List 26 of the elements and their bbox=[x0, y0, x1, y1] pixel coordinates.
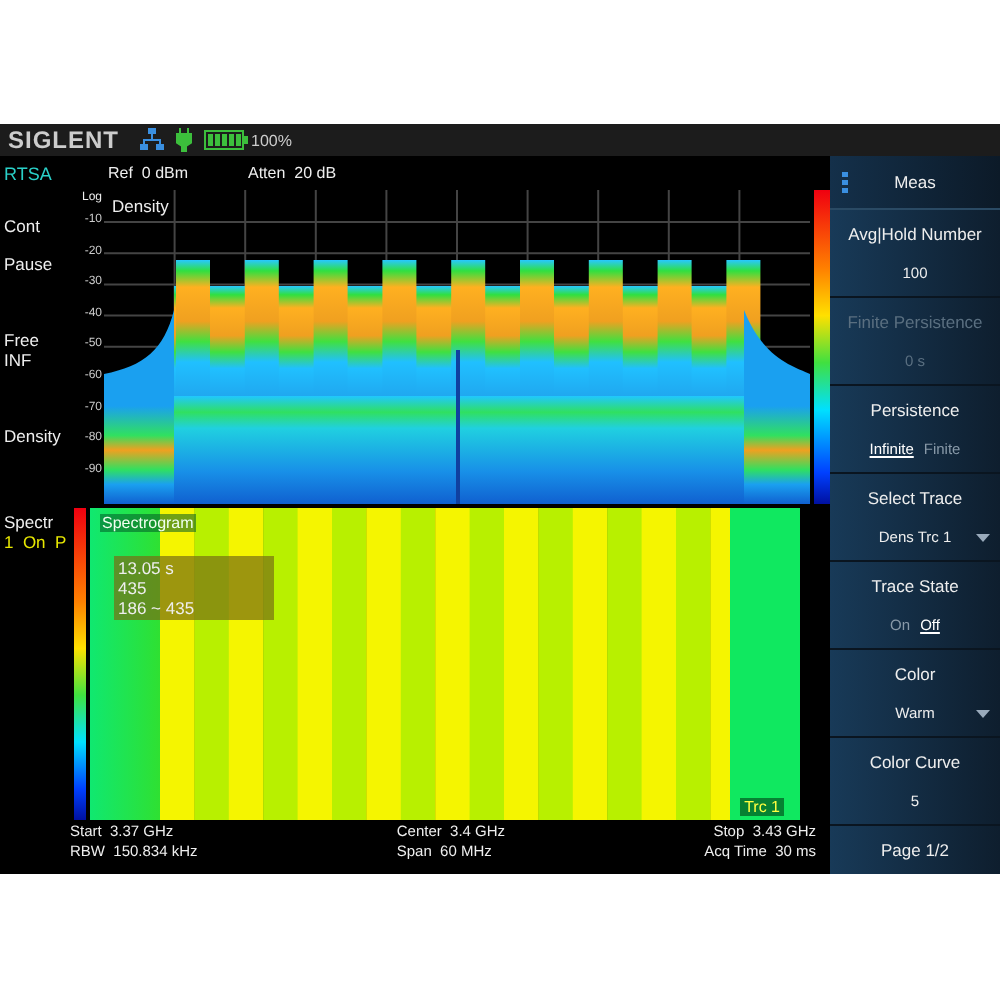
readout-value: 13.05 s bbox=[118, 558, 176, 578]
spectrogram-label: Spectr bbox=[4, 512, 56, 532]
network-icon bbox=[139, 128, 164, 152]
caret-icon bbox=[976, 534, 990, 542]
trace-status: 1 On P bbox=[4, 532, 69, 552]
plot-title: Spectrogram bbox=[100, 514, 196, 532]
mode-label: RTSA bbox=[2, 163, 54, 183]
more-icon[interactable] bbox=[842, 171, 848, 193]
battery-level: 100% bbox=[251, 131, 292, 149]
battery-icon bbox=[203, 130, 248, 150]
plug-icon bbox=[175, 128, 192, 152]
caret-icon bbox=[976, 710, 990, 718]
plot-title: Density bbox=[112, 196, 169, 216]
sweep-mode: Cont bbox=[4, 216, 42, 236]
menu-title: Meas bbox=[892, 172, 938, 192]
trace-label: Trc 1 bbox=[740, 798, 784, 816]
density-label: Density bbox=[4, 426, 63, 446]
free-label: Free bbox=[4, 330, 41, 350]
pause-label: Pause bbox=[4, 254, 55, 274]
persistence-label: INF bbox=[4, 350, 34, 370]
readout-value: 186 ~ 435 bbox=[118, 598, 197, 618]
reference-level: Ref 0 dBm bbox=[108, 164, 191, 182]
brand-logo: SIGLENT bbox=[8, 126, 120, 154]
attenuation: Atten 20 dB bbox=[248, 164, 337, 182]
readout-value: 435 bbox=[118, 578, 149, 598]
page-button[interactable]: Page 1/2 bbox=[830, 826, 1000, 874]
